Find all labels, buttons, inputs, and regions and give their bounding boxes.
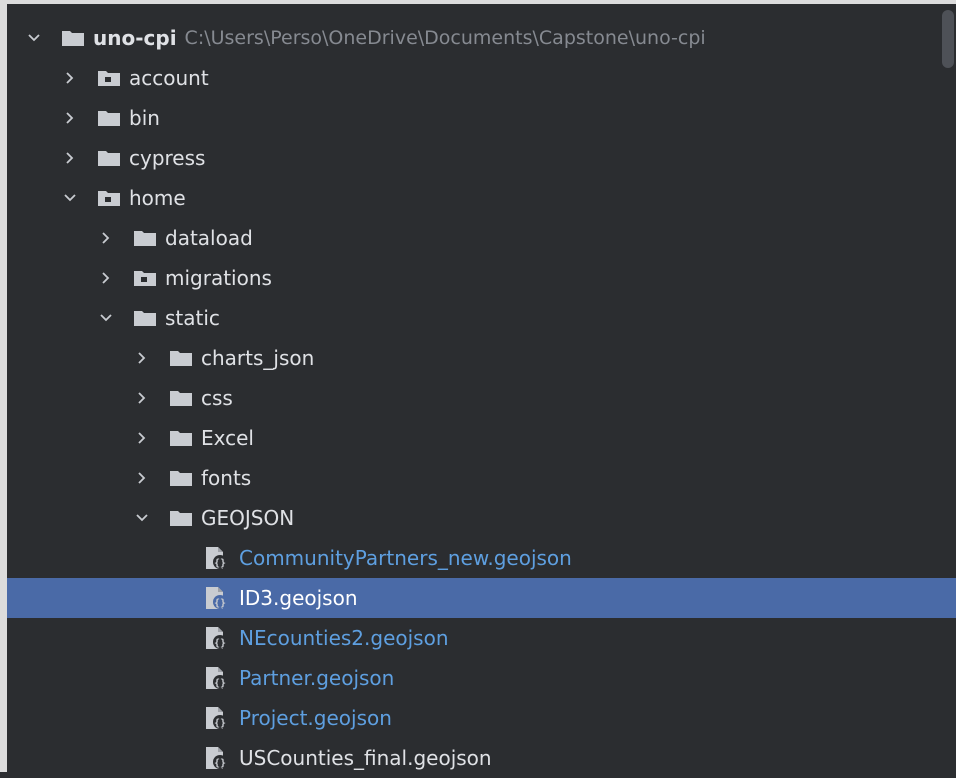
tree-row-file[interactable]: {} Project.geojson [7, 698, 940, 738]
project-tool-window: uno-cpi C:\Users\Perso\OneDrive\Document… [0, 0, 956, 772]
geojson-file-icon: {} [203, 545, 231, 571]
tree-row-bin[interactable]: bin [7, 98, 940, 138]
project-name: uno-cpi [93, 26, 177, 50]
folder-icon [169, 389, 193, 407]
package-folder-icon [97, 189, 121, 207]
chevron-right-icon[interactable] [133, 458, 151, 498]
svg-text:{}: {} [214, 678, 226, 689]
project-tree[interactable]: uno-cpi C:\Users\Perso\OneDrive\Document… [7, 18, 956, 778]
geojson-file-icon: {} [203, 745, 231, 771]
file-label: Partner.geojson [239, 666, 395, 690]
folder-label: account [129, 66, 209, 90]
tree-row-file-selected[interactable]: {} ID3.geojson [7, 578, 956, 618]
tree-row-excel[interactable]: Excel [7, 418, 940, 458]
file-label: Project.geojson [239, 706, 392, 730]
project-path: C:\Users\Perso\OneDrive\Documents\Capsto… [184, 27, 706, 49]
tree-row-charts-json[interactable]: charts_json [7, 338, 940, 378]
tree-row-file[interactable]: {} USCounties_final.geojson [7, 738, 940, 778]
vertical-scrollbar[interactable] [940, 4, 956, 772]
tree-row-file[interactable]: {} NEcounties2.geojson [7, 618, 940, 658]
folder-label: bin [129, 106, 160, 130]
tree-row-root[interactable]: uno-cpi C:\Users\Perso\OneDrive\Document… [7, 18, 940, 58]
scrollbar-thumb[interactable] [942, 10, 954, 68]
folder-label: fonts [201, 466, 252, 490]
file-label: ID3.geojson [239, 586, 358, 610]
chevron-right-icon[interactable] [61, 58, 79, 98]
geojson-file-icon: {} [203, 625, 231, 651]
folder-label: Excel [201, 426, 254, 450]
package-folder-icon [97, 69, 121, 87]
geojson-file-icon: {} [203, 705, 231, 731]
tree-row-geojson[interactable]: GEOJSON [7, 498, 940, 538]
folder-label: home [129, 186, 186, 210]
svg-text:{}: {} [214, 558, 226, 569]
chevron-right-icon[interactable] [133, 378, 151, 418]
chevron-right-icon[interactable] [133, 338, 151, 378]
folder-icon [97, 149, 121, 167]
chevron-right-icon[interactable] [61, 98, 79, 138]
folder-icon [61, 29, 85, 47]
tree-row-css[interactable]: css [7, 378, 940, 418]
folder-label: static [165, 306, 220, 330]
chevron-down-icon[interactable] [61, 178, 79, 218]
svg-text:{}: {} [214, 718, 226, 729]
tree-row-dataload[interactable]: dataload [7, 218, 940, 258]
folder-label: css [201, 386, 233, 410]
chevron-right-icon[interactable] [133, 418, 151, 458]
svg-text:{}: {} [214, 758, 226, 769]
tree-row-account[interactable]: account [7, 58, 940, 98]
tree-row-file[interactable]: {} CommunityPartners_new.geojson [7, 538, 940, 578]
chevron-down-icon[interactable] [25, 18, 43, 58]
geojson-file-icon: {} [203, 585, 231, 611]
tree-row-static[interactable]: static [7, 298, 940, 338]
svg-text:{}: {} [214, 638, 226, 649]
folder-label: GEOJSON [201, 506, 295, 530]
folder-label: charts_json [201, 346, 315, 370]
chevron-right-icon[interactable] [97, 218, 115, 258]
folder-label: migrations [165, 266, 272, 290]
folder-icon [169, 349, 193, 367]
folder-icon [169, 509, 193, 527]
folder-icon [169, 429, 193, 447]
tree-row-cypress[interactable]: cypress [7, 138, 940, 178]
folder-icon [133, 309, 157, 327]
folder-icon [169, 469, 193, 487]
tree-row-migrations[interactable]: migrations [7, 258, 940, 298]
svg-text:{}: {} [214, 598, 226, 609]
folder-label: cypress [129, 146, 206, 170]
chevron-right-icon[interactable] [97, 258, 115, 298]
folder-icon [97, 109, 121, 127]
geojson-file-icon: {} [203, 665, 231, 691]
folder-icon [133, 229, 157, 247]
file-label: USCounties_final.geojson [239, 746, 492, 770]
folder-label: dataload [165, 226, 253, 250]
file-label: CommunityPartners_new.geojson [239, 546, 572, 570]
chevron-down-icon[interactable] [133, 498, 151, 538]
chevron-right-icon[interactable] [61, 138, 79, 178]
package-folder-icon [133, 269, 157, 287]
tree-row-file[interactable]: {} Partner.geojson [7, 658, 940, 698]
tree-row-fonts[interactable]: fonts [7, 458, 940, 498]
file-label: NEcounties2.geojson [239, 626, 449, 650]
tree-row-home[interactable]: home [7, 178, 940, 218]
chevron-down-icon[interactable] [97, 298, 115, 338]
